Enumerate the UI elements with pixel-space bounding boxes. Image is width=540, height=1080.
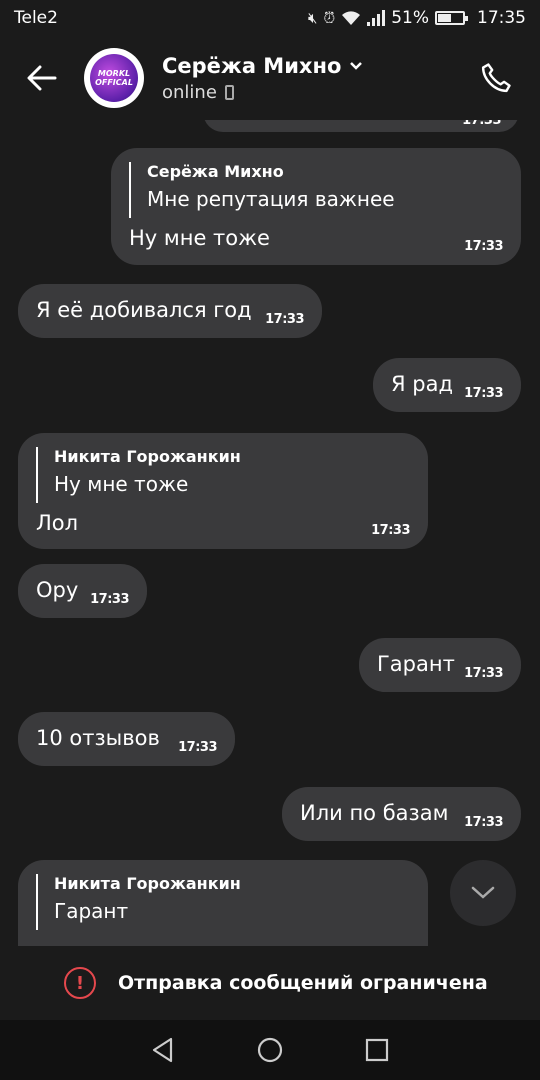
mute-icon: 🔇︎ (308, 9, 318, 27)
clock: 17:35 (477, 8, 526, 28)
message-time: 17:33 (464, 239, 503, 254)
message-text: Лол (36, 511, 79, 535)
back-arrow-icon[interactable] (20, 56, 64, 100)
message-time: 17:33 (178, 740, 217, 755)
wifi-icon (342, 11, 361, 25)
message-bubble-in[interactable]: Ору 17:33 (18, 564, 147, 618)
warning-icon: ! (64, 967, 96, 999)
reply-quote[interactable]: Никита Горожанкин Ну мне тоже (36, 447, 241, 503)
message-bubble-in[interactable]: Никита Горожанкин Ну мне тоже Лол 17:33 (18, 433, 428, 549)
system-nav-bar (0, 1020, 540, 1080)
signal-icon (367, 10, 386, 26)
restriction-text: Отправка сообщений ограничена (118, 972, 488, 994)
message-bubble-in[interactable]: 10 отзывов 17:33 (18, 712, 235, 766)
alarm-icon: ⏰︎ (323, 9, 336, 27)
message-text: Я её добивался год (36, 298, 252, 322)
chat-header: MORKL OFFICAL Серёжа Михно online (0, 36, 540, 120)
message-list[interactable]: 17:33 Серёжа Михно Мне репутация важнее … (0, 120, 540, 946)
quote-text: Мне репутация важнее (147, 187, 395, 211)
contact-info[interactable]: Серёжа Михно online (162, 54, 474, 103)
contact-name: Серёжа Михно (162, 53, 342, 78)
scroll-to-bottom-button[interactable] (450, 860, 516, 926)
quote-author: Серёжа Михно (147, 162, 284, 181)
message-time: 17:33 (464, 666, 503, 681)
message-bubble-out[interactable]: Серёжа Михно Мне репутация важнее Ну мне… (111, 148, 521, 265)
message-text: Гарант (377, 652, 455, 676)
contact-status: online (162, 81, 217, 103)
message-bubble-in[interactable]: Никита Горожанкин Гарант (18, 860, 428, 946)
restriction-notice: ! Отправка сообщений ограничена (0, 946, 540, 1020)
quote-text: Ну мне тоже (54, 472, 189, 496)
message-time: 17:33 (265, 312, 304, 327)
message-text: Ору (36, 578, 79, 602)
reply-quote[interactable]: Серёжа Михно Мне репутация важнее (129, 162, 395, 218)
message-time: 17:33 (464, 815, 503, 830)
nav-home-icon[interactable] (257, 1037, 283, 1063)
nav-recents-icon[interactable] (365, 1038, 389, 1062)
chevron-down-icon (471, 886, 495, 899)
message-bubble-out[interactable]: Гарант 17:33 (359, 638, 521, 692)
status-bar: Tele2 🔇︎ ⏰︎ 51% 17:35 (0, 0, 540, 36)
message-bubble-out[interactable]: Или по базам 17:33 (282, 787, 521, 841)
carrier-label: Tele2 (14, 8, 58, 28)
battery-icon (435, 11, 468, 25)
nav-back-icon[interactable] (151, 1037, 175, 1063)
phone-icon[interactable] (474, 56, 518, 100)
message-text: Или по базам (300, 801, 449, 825)
message-bubble-out[interactable]: Я рад 17:33 (373, 358, 521, 412)
message-text: Ну мне тоже (129, 226, 270, 250)
avatar-logo: MORKL OFFICAL (90, 54, 138, 102)
quote-text: Гарант (54, 899, 129, 923)
chevron-down-icon (350, 61, 363, 70)
message-time: 17:33 (90, 592, 129, 607)
avatar[interactable]: MORKL OFFICAL (84, 48, 144, 108)
message-bubble-out[interactable]: 17:33 (203, 120, 519, 132)
message-time: 17:33 (464, 386, 503, 401)
battery-percent: 51% (391, 8, 429, 28)
message-text: Я рад (391, 372, 453, 396)
message-text: 10 отзывов (36, 726, 160, 750)
mobile-device-icon (224, 84, 234, 100)
reply-quote[interactable]: Никита Горожанкин Гарант (36, 874, 241, 930)
message-time: 17:33 (371, 523, 410, 538)
quote-author: Никита Горожанкин (54, 447, 241, 466)
message-time: 17:33 (462, 120, 501, 128)
message-bubble-in[interactable]: Я её добивался год 17:33 (18, 284, 322, 338)
quote-author: Никита Горожанкин (54, 874, 241, 893)
